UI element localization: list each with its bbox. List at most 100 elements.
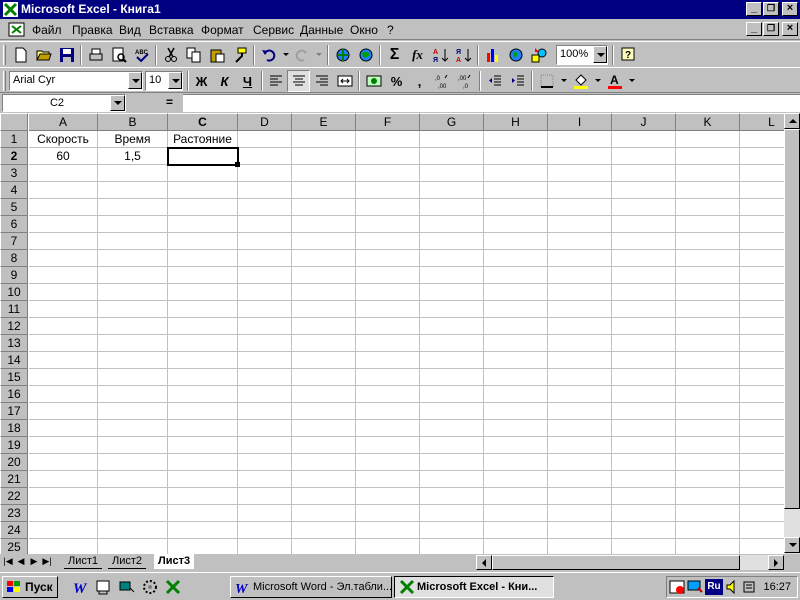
zoom-dropdown-icon[interactable]	[593, 46, 607, 63]
cell-i6[interactable]	[548, 216, 612, 233]
cell-d12[interactable]	[238, 318, 292, 335]
cell-i2[interactable]	[548, 148, 612, 165]
comma-style-button[interactable]: ,	[408, 70, 431, 92]
cell-h1[interactable]	[484, 131, 548, 148]
cell-c21[interactable]	[168, 471, 238, 488]
cell-a13[interactable]	[29, 335, 98, 352]
cell-f7[interactable]	[356, 233, 420, 250]
cell-j11[interactable]	[612, 301, 676, 318]
cell-c12[interactable]	[168, 318, 238, 335]
cell-h13[interactable]	[484, 335, 548, 352]
column-header-a[interactable]: A	[29, 113, 98, 131]
explorer-quicklaunch-icon[interactable]	[95, 578, 113, 596]
cell-b13[interactable]	[98, 335, 168, 352]
cell-f19[interactable]	[356, 437, 420, 454]
cell-c14[interactable]	[168, 352, 238, 369]
cell-k11[interactable]	[676, 301, 740, 318]
cell-b11[interactable]	[98, 301, 168, 318]
cell-k14[interactable]	[676, 352, 740, 369]
cell-f10[interactable]	[356, 284, 420, 301]
zoom-select[interactable]: 100%	[556, 45, 608, 65]
menu-tools[interactable]: Сервис	[253, 23, 294, 37]
cell-h7[interactable]	[484, 233, 548, 250]
cell-i12[interactable]	[548, 318, 612, 335]
cell-a17[interactable]	[29, 403, 98, 420]
cell-j13[interactable]	[612, 335, 676, 352]
minimize-button[interactable]: _	[746, 2, 762, 16]
cell-i11[interactable]	[548, 301, 612, 318]
cell-j21[interactable]	[612, 471, 676, 488]
cell-h25[interactable]	[484, 539, 548, 554]
taskbar-word-button[interactable]: W Microsoft Word - Эл.табли...	[230, 576, 392, 598]
borders-dropdown-icon[interactable]	[561, 79, 567, 82]
row-header-16[interactable]: 16	[0, 386, 28, 403]
network-tray-icon[interactable]	[741, 579, 757, 595]
vertical-scrollbar[interactable]	[784, 113, 800, 554]
cell-l1[interactable]	[740, 131, 784, 148]
row-header-17[interactable]: 17	[0, 403, 28, 420]
cell-j23[interactable]	[612, 505, 676, 522]
cell-l17[interactable]	[740, 403, 784, 420]
office-assistant-icon[interactable]: ?	[616, 44, 639, 66]
cell-l3[interactable]	[740, 165, 784, 182]
cell-j4[interactable]	[612, 182, 676, 199]
cell-h23[interactable]	[484, 505, 548, 522]
horizontal-scroll-thumb[interactable]	[492, 555, 740, 570]
cell-b5[interactable]	[98, 199, 168, 216]
cell-l19[interactable]	[740, 437, 784, 454]
cell-i3[interactable]	[548, 165, 612, 182]
cell-a24[interactable]	[29, 522, 98, 539]
cell-k20[interactable]	[676, 454, 740, 471]
cell-i14[interactable]	[548, 352, 612, 369]
cell-i7[interactable]	[548, 233, 612, 250]
column-header-f[interactable]: F	[356, 113, 420, 131]
cell-h16[interactable]	[484, 386, 548, 403]
last-sheet-icon[interactable]: ▶|	[41, 555, 53, 569]
cell-k16[interactable]	[676, 386, 740, 403]
cell-k7[interactable]	[676, 233, 740, 250]
cell-c3[interactable]	[168, 165, 238, 182]
cell-k3[interactable]	[676, 165, 740, 182]
drawing-icon[interactable]	[527, 44, 550, 66]
cell-j12[interactable]	[612, 318, 676, 335]
cell-b4[interactable]	[98, 182, 168, 199]
font-color-icon[interactable]: A	[603, 70, 626, 92]
vertical-scroll-thumb[interactable]	[784, 129, 800, 509]
scheduler-tray-icon[interactable]	[669, 579, 685, 595]
cell-a11[interactable]	[29, 301, 98, 318]
cell-k9[interactable]	[676, 267, 740, 284]
cell-d11[interactable]	[238, 301, 292, 318]
cell-j6[interactable]	[612, 216, 676, 233]
cell-e1[interactable]	[292, 131, 356, 148]
borders-icon[interactable]	[535, 70, 558, 92]
row-header-25[interactable]: 25	[0, 539, 28, 554]
cell-d23[interactable]	[238, 505, 292, 522]
cell-h5[interactable]	[484, 199, 548, 216]
currency-style-icon[interactable]	[362, 70, 385, 92]
cell-c6[interactable]	[168, 216, 238, 233]
cell-d18[interactable]	[238, 420, 292, 437]
cell-h20[interactable]	[484, 454, 548, 471]
cell-a3[interactable]	[29, 165, 98, 182]
cell-i8[interactable]	[548, 250, 612, 267]
cell-c7[interactable]	[168, 233, 238, 250]
cell-h9[interactable]	[484, 267, 548, 284]
cell-i16[interactable]	[548, 386, 612, 403]
print-icon[interactable]	[84, 44, 107, 66]
cell-i24[interactable]	[548, 522, 612, 539]
cell-e12[interactable]	[292, 318, 356, 335]
row-header-24[interactable]: 24	[0, 522, 28, 539]
cell-j22[interactable]	[612, 488, 676, 505]
cell-h21[interactable]	[484, 471, 548, 488]
cell-l22[interactable]	[740, 488, 784, 505]
cell-h3[interactable]	[484, 165, 548, 182]
cell-d6[interactable]	[238, 216, 292, 233]
cell-g2[interactable]	[420, 148, 484, 165]
cell-k18[interactable]	[676, 420, 740, 437]
clock[interactable]: 16:27	[763, 581, 791, 593]
cell-f8[interactable]	[356, 250, 420, 267]
cell-g7[interactable]	[420, 233, 484, 250]
cell-d2[interactable]	[238, 148, 292, 165]
menu-data[interactable]: Данные	[300, 23, 343, 37]
cell-i25[interactable]	[548, 539, 612, 554]
